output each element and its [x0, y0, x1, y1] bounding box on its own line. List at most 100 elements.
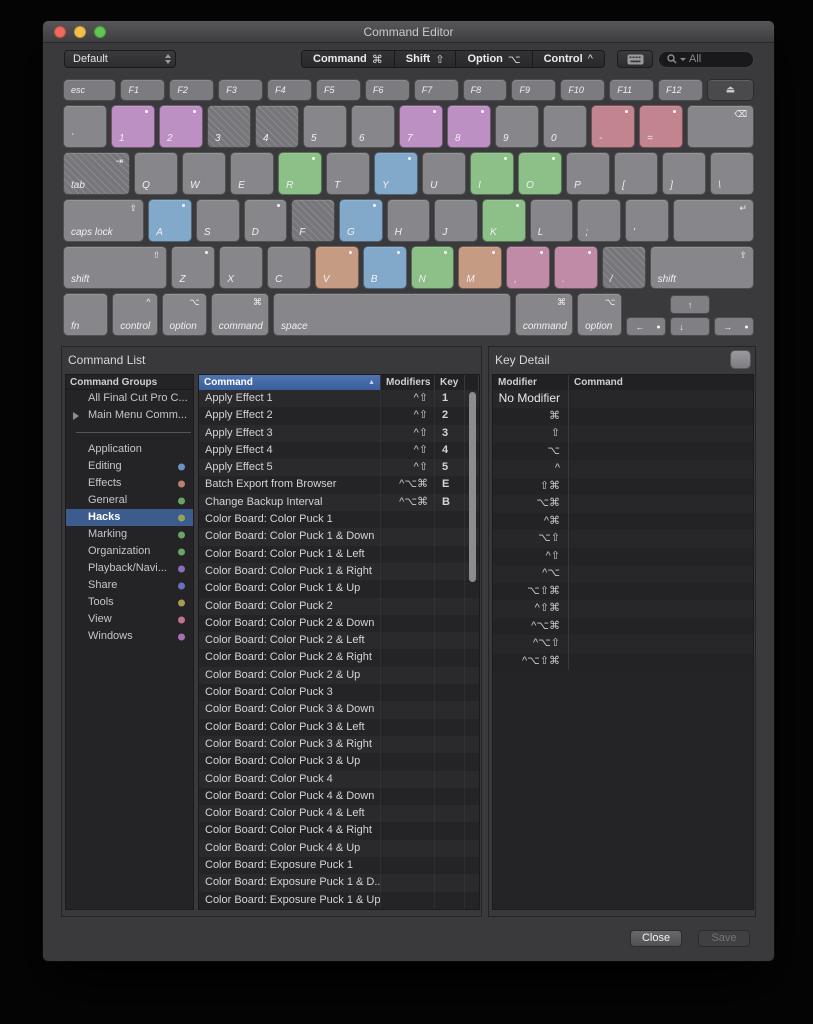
command-row[interactable]: Color Board: Color Puck 2 & Right: [199, 649, 479, 666]
key-arrow-right[interactable]: →: [714, 317, 754, 336]
command-row[interactable]: Color Board: Color Puck 4 & Left: [199, 805, 479, 822]
group-tools[interactable]: Tools: [66, 594, 193, 611]
command-row[interactable]: Color Board: Color Puck 1 & Right: [199, 563, 479, 580]
key-r[interactable]: R: [278, 152, 322, 195]
key-k[interactable]: K: [482, 199, 526, 242]
key-f1[interactable]: F1: [120, 79, 165, 101]
filter-command-button[interactable]: Command⌘: [302, 51, 395, 67]
modifier-row[interactable]: No Modifier: [493, 390, 753, 408]
command-row[interactable]: Apply Effect 1^⇧1: [199, 390, 479, 407]
group-marking[interactable]: Marking: [66, 526, 193, 543]
group-main-menu-comm-[interactable]: Main Menu Comm...: [66, 407, 193, 424]
key-semicolon[interactable]: ;: [577, 199, 621, 242]
command-row[interactable]: Color Board: Color Puck 2 & Down: [199, 615, 479, 632]
key-fn[interactable]: fn: [63, 293, 108, 336]
modifier-row[interactable]: ⌥⇧⌘: [493, 583, 753, 601]
key-slash[interactable]: /: [602, 246, 646, 289]
modifier-row[interactable]: ^⌥⇧: [493, 635, 753, 653]
key-c[interactable]: C: [267, 246, 311, 289]
key-backslash[interactable]: \: [710, 152, 754, 195]
modifier-row[interactable]: ⇧⌘: [493, 478, 753, 496]
key-esc[interactable]: esc: [63, 79, 116, 101]
key-command-left[interactable]: command⌘: [211, 293, 269, 336]
key-w[interactable]: W: [182, 152, 226, 195]
key-bracket-left[interactable]: [: [614, 152, 658, 195]
key-b[interactable]: B: [363, 246, 407, 289]
key-g[interactable]: G: [339, 199, 383, 242]
key-s[interactable]: S: [196, 199, 240, 242]
key-command-right[interactable]: command⌘: [515, 293, 573, 336]
command-row[interactable]: Color Board: Color Puck 4 & Down: [199, 788, 479, 805]
key-arrow-down[interactable]: ↓: [670, 317, 710, 336]
key-caps-lock[interactable]: caps lock⇪: [63, 199, 144, 242]
key-f7[interactable]: F7: [414, 79, 459, 101]
column-header-modifiers[interactable]: Modifiers: [381, 375, 435, 390]
key-f12[interactable]: F12: [658, 79, 703, 101]
key-f[interactable]: F: [291, 199, 335, 242]
modifier-row[interactable]: ^⇧: [493, 548, 753, 566]
key-period[interactable]: .: [554, 246, 598, 289]
command-row[interactable]: Color Board: Color Puck 3 & Right: [199, 736, 479, 753]
column-header-kd-command[interactable]: Command: [569, 375, 753, 390]
key-f10[interactable]: F10: [560, 79, 605, 101]
filter-option-button[interactable]: Option⌥: [456, 51, 532, 67]
key-minus[interactable]: -: [591, 105, 635, 148]
modifier-row[interactable]: ^⌥⌘: [493, 618, 753, 636]
group-organization[interactable]: Organization: [66, 543, 193, 560]
command-row[interactable]: Color Board: Color Puck 2 & Up: [199, 667, 479, 684]
key-option-right[interactable]: option⌥: [577, 293, 622, 336]
filter-control-button[interactable]: Control^: [533, 51, 604, 67]
key-7[interactable]: 7: [399, 105, 443, 148]
key-f6[interactable]: F6: [365, 79, 410, 101]
modifier-row[interactable]: ⇧: [493, 425, 753, 443]
key-4[interactable]: 4: [255, 105, 299, 148]
key-z[interactable]: Z: [171, 246, 215, 289]
key-quote[interactable]: ': [625, 199, 669, 242]
modifier-row[interactable]: ^⌘: [493, 513, 753, 531]
command-row[interactable]: Apply Effect 3^⇧3: [199, 425, 479, 442]
modifier-row[interactable]: ⌥: [493, 443, 753, 461]
command-row[interactable]: Apply Effect 5^⇧5: [199, 459, 479, 476]
command-row[interactable]: Color Board: Color Puck 1 & Up: [199, 580, 479, 597]
group-effects[interactable]: Effects: [66, 475, 193, 492]
group-hacks[interactable]: Hacks: [66, 509, 193, 526]
key-control[interactable]: control^: [112, 293, 157, 336]
column-header-key[interactable]: Key: [435, 375, 465, 390]
command-row[interactable]: Apply Effect 2^⇧2: [199, 407, 479, 424]
command-row[interactable]: Color Board: Color Puck 4 & Up: [199, 840, 479, 857]
key-q[interactable]: Q: [134, 152, 178, 195]
command-row[interactable]: Apply Effect 4^⇧4: [199, 442, 479, 459]
key-space[interactable]: space: [273, 293, 511, 336]
command-row[interactable]: Change Backup Interval^⌥⌘B: [199, 494, 479, 511]
key-detail-keycap-button[interactable]: [730, 350, 751, 369]
key-f11[interactable]: F11: [609, 79, 654, 101]
command-row[interactable]: Color Board: Color Puck 4: [199, 771, 479, 788]
key-e[interactable]: E: [230, 152, 274, 195]
command-row[interactable]: Batch Export from Browser^⌥⌘E: [199, 476, 479, 493]
column-header-command[interactable]: Command ▲: [199, 375, 381, 390]
key-f9[interactable]: F9: [511, 79, 556, 101]
command-row[interactable]: Color Board: Color Puck 1 & Down: [199, 528, 479, 545]
key-j[interactable]: J: [434, 199, 478, 242]
key-f3[interactable]: F3: [218, 79, 263, 101]
group-all-final-cut-pro-c-[interactable]: All Final Cut Pro C...: [66, 390, 193, 407]
filter-shift-button[interactable]: Shift⇧: [395, 51, 457, 67]
command-row[interactable]: Color Board: Color Puck 1 & Left: [199, 546, 479, 563]
key-eject[interactable]: ⏏: [707, 79, 754, 101]
command-row[interactable]: Color Board: Exposure Puck 1: [199, 857, 479, 874]
key-0[interactable]: 0: [543, 105, 587, 148]
key-return[interactable]: ↵: [673, 199, 754, 242]
modifier-row[interactable]: ^: [493, 460, 753, 478]
key-d[interactable]: D: [244, 199, 288, 242]
key-1[interactable]: 1: [111, 105, 155, 148]
modifier-row[interactable]: ^⌥: [493, 565, 753, 583]
key-f4[interactable]: F4: [267, 79, 312, 101]
group-view[interactable]: View: [66, 611, 193, 628]
key-o[interactable]: O: [518, 152, 562, 195]
key-delete[interactable]: ⌫: [687, 105, 754, 148]
key-u[interactable]: U: [422, 152, 466, 195]
key-y[interactable]: Y: [374, 152, 418, 195]
key-f5[interactable]: F5: [316, 79, 361, 101]
key-bracket-right[interactable]: ]: [662, 152, 706, 195]
save-button[interactable]: Save: [698, 930, 750, 947]
